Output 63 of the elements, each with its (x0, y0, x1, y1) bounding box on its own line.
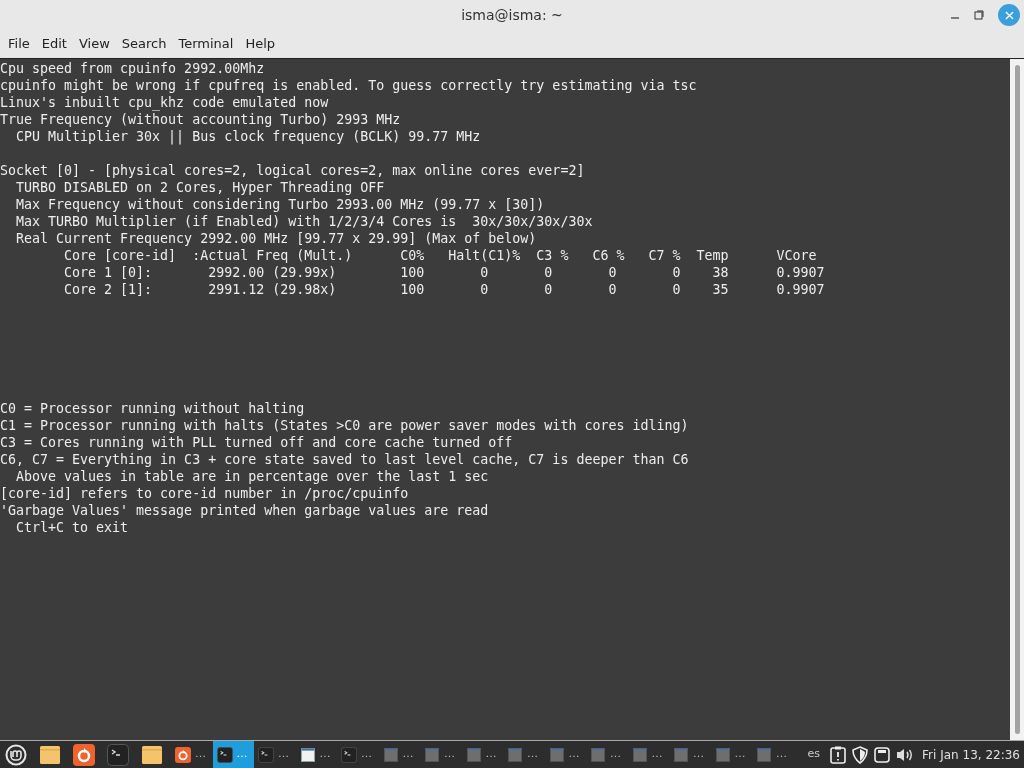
terminal-line: Real Current Frequency 2992.00 MHz [99.77 x 29.99] (Max of below) (15, 230, 537, 247)
taskbar-window-button[interactable]: … (752, 741, 794, 768)
close-button[interactable] (998, 4, 1020, 26)
clipboard-icon[interactable] (830, 745, 847, 764)
taskbar-window-button[interactable]: … (586, 741, 628, 768)
scrollbar[interactable] (1010, 59, 1024, 740)
menu-item[interactable]: Search (115, 34, 173, 54)
terminal-line: C1 = Processor running with halts (States >C0 are power saver modes with cores idling) (0, 417, 689, 434)
taskbar-window-button[interactable]: … (420, 741, 462, 768)
terminal-line: Core [core-id] :Actual Freq (Mult.) C0% Halt(C1)% C3 % C6 % C7 % Temp VCore (63, 247, 817, 264)
network-icon[interactable] (874, 746, 891, 763)
folder-icon[interactable] (141, 743, 163, 766)
terminal-line: cpuinfo might be wrong if cpufreq is enabled. To guess correctly try estimating via tsc (0, 77, 697, 94)
menu-item[interactable]: File (2, 34, 36, 54)
taskbar-window-button[interactable]: … (171, 741, 213, 768)
menu-item[interactable]: Terminal (172, 34, 240, 54)
browser-icon[interactable] (73, 743, 95, 766)
terminal-line: Core 2 [1]: 2991.12 (29.98x) 100 0 0 0 0 35 0.9907 (63, 281, 825, 298)
taskbar-window-button[interactable]: … (378, 741, 420, 768)
taskbar-window-button[interactable]: … (337, 741, 379, 768)
volume-icon[interactable] (896, 746, 915, 763)
mint-logo-icon[interactable] (5, 743, 27, 766)
taskbar-window-button[interactable]: … (295, 741, 337, 768)
terminal-line: C3 = Cores running with PLL turned off and core cache turned off (0, 434, 513, 451)
taskbar-window-button[interactable]: … (503, 741, 545, 768)
keyboard-layout[interactable]: es (807, 746, 821, 763)
taskbar-window-button[interactable]: … (544, 741, 586, 768)
folder-icon[interactable] (39, 743, 61, 766)
taskbar-window-button[interactable]: … (254, 741, 296, 768)
terminal-icon[interactable] (341, 746, 357, 763)
terminal-line: Ctrl+C to exit (15, 519, 129, 536)
terminal-line: Max TURBO Multiplier (if Enabled) with 1/2/3/4 Cores is 30x/30x/30x/30x (15, 213, 593, 230)
maximize-icon[interactable] (974, 10, 984, 20)
terminal-line: True Frequency (without accounting Turbo) 2993 MHz (0, 111, 401, 128)
terminal-line: Linux's inbuilt cpu_khz code emulated now (0, 94, 329, 111)
terminal-icon[interactable] (216, 746, 233, 763)
terminal-icon[interactable] (258, 746, 274, 763)
terminal-line: 'Garbage Values' message printed when garbage values are read (0, 502, 489, 519)
terminal-line: TURBO DISABLED on 2 Cores, Hyper Threading OFF (15, 179, 385, 196)
clock[interactable]: Fri Jan 13, 22:36 (922, 745, 1020, 764)
menu-item[interactable]: Edit (35, 34, 73, 54)
terminal-line: Socket [0] - [physical cores=2, logical cores=2, max online cores ever=2] (0, 162, 585, 179)
window-title: isma@isma: ~ (461, 5, 563, 25)
terminal-line: Cpu speed from cpuinfo 2992.00Mhz (0, 60, 265, 77)
taskbar-window-button[interactable]: … (669, 741, 711, 768)
menu-item[interactable]: Help (239, 34, 282, 54)
taskbar-window-button[interactable]: … (710, 741, 752, 768)
window-icon[interactable] (299, 747, 316, 762)
taskbar-window-button[interactable]: … (627, 741, 669, 768)
terminal-line: Core 1 [0]: 2992.00 (29.99x) 100 0 0 0 0 38 0.9907 (63, 264, 825, 281)
close-icon (1004, 10, 1014, 20)
menu-item[interactable]: View (72, 34, 116, 54)
terminal-line: Max Frequency without considering Turbo 2993.00 MHz (99.77 x [30]) (15, 196, 545, 213)
taskbar-window-button[interactable]: … (461, 741, 503, 768)
shield-icon[interactable] (852, 745, 869, 764)
terminal-line: C0 = Processor running without halting (0, 400, 305, 417)
terminal-line: [core-id] refers to core-id number in /proc/cpuinfo (0, 485, 409, 502)
terminal-icon[interactable] (107, 743, 129, 766)
terminal-line: C6, C7 = Everything in C3 + core state saved to last level cache, C7 is deeper than C6 (0, 451, 689, 468)
terminal-line: CPU Multiplier 30x || Bus clock frequency (BCLK) 99.77 MHz (15, 128, 481, 145)
scrollbar-thumb[interactable] (1014, 65, 1020, 734)
terminal-line: Above values in table are in percentage over the last 1 sec (15, 468, 489, 485)
browser-icon[interactable] (175, 746, 191, 763)
